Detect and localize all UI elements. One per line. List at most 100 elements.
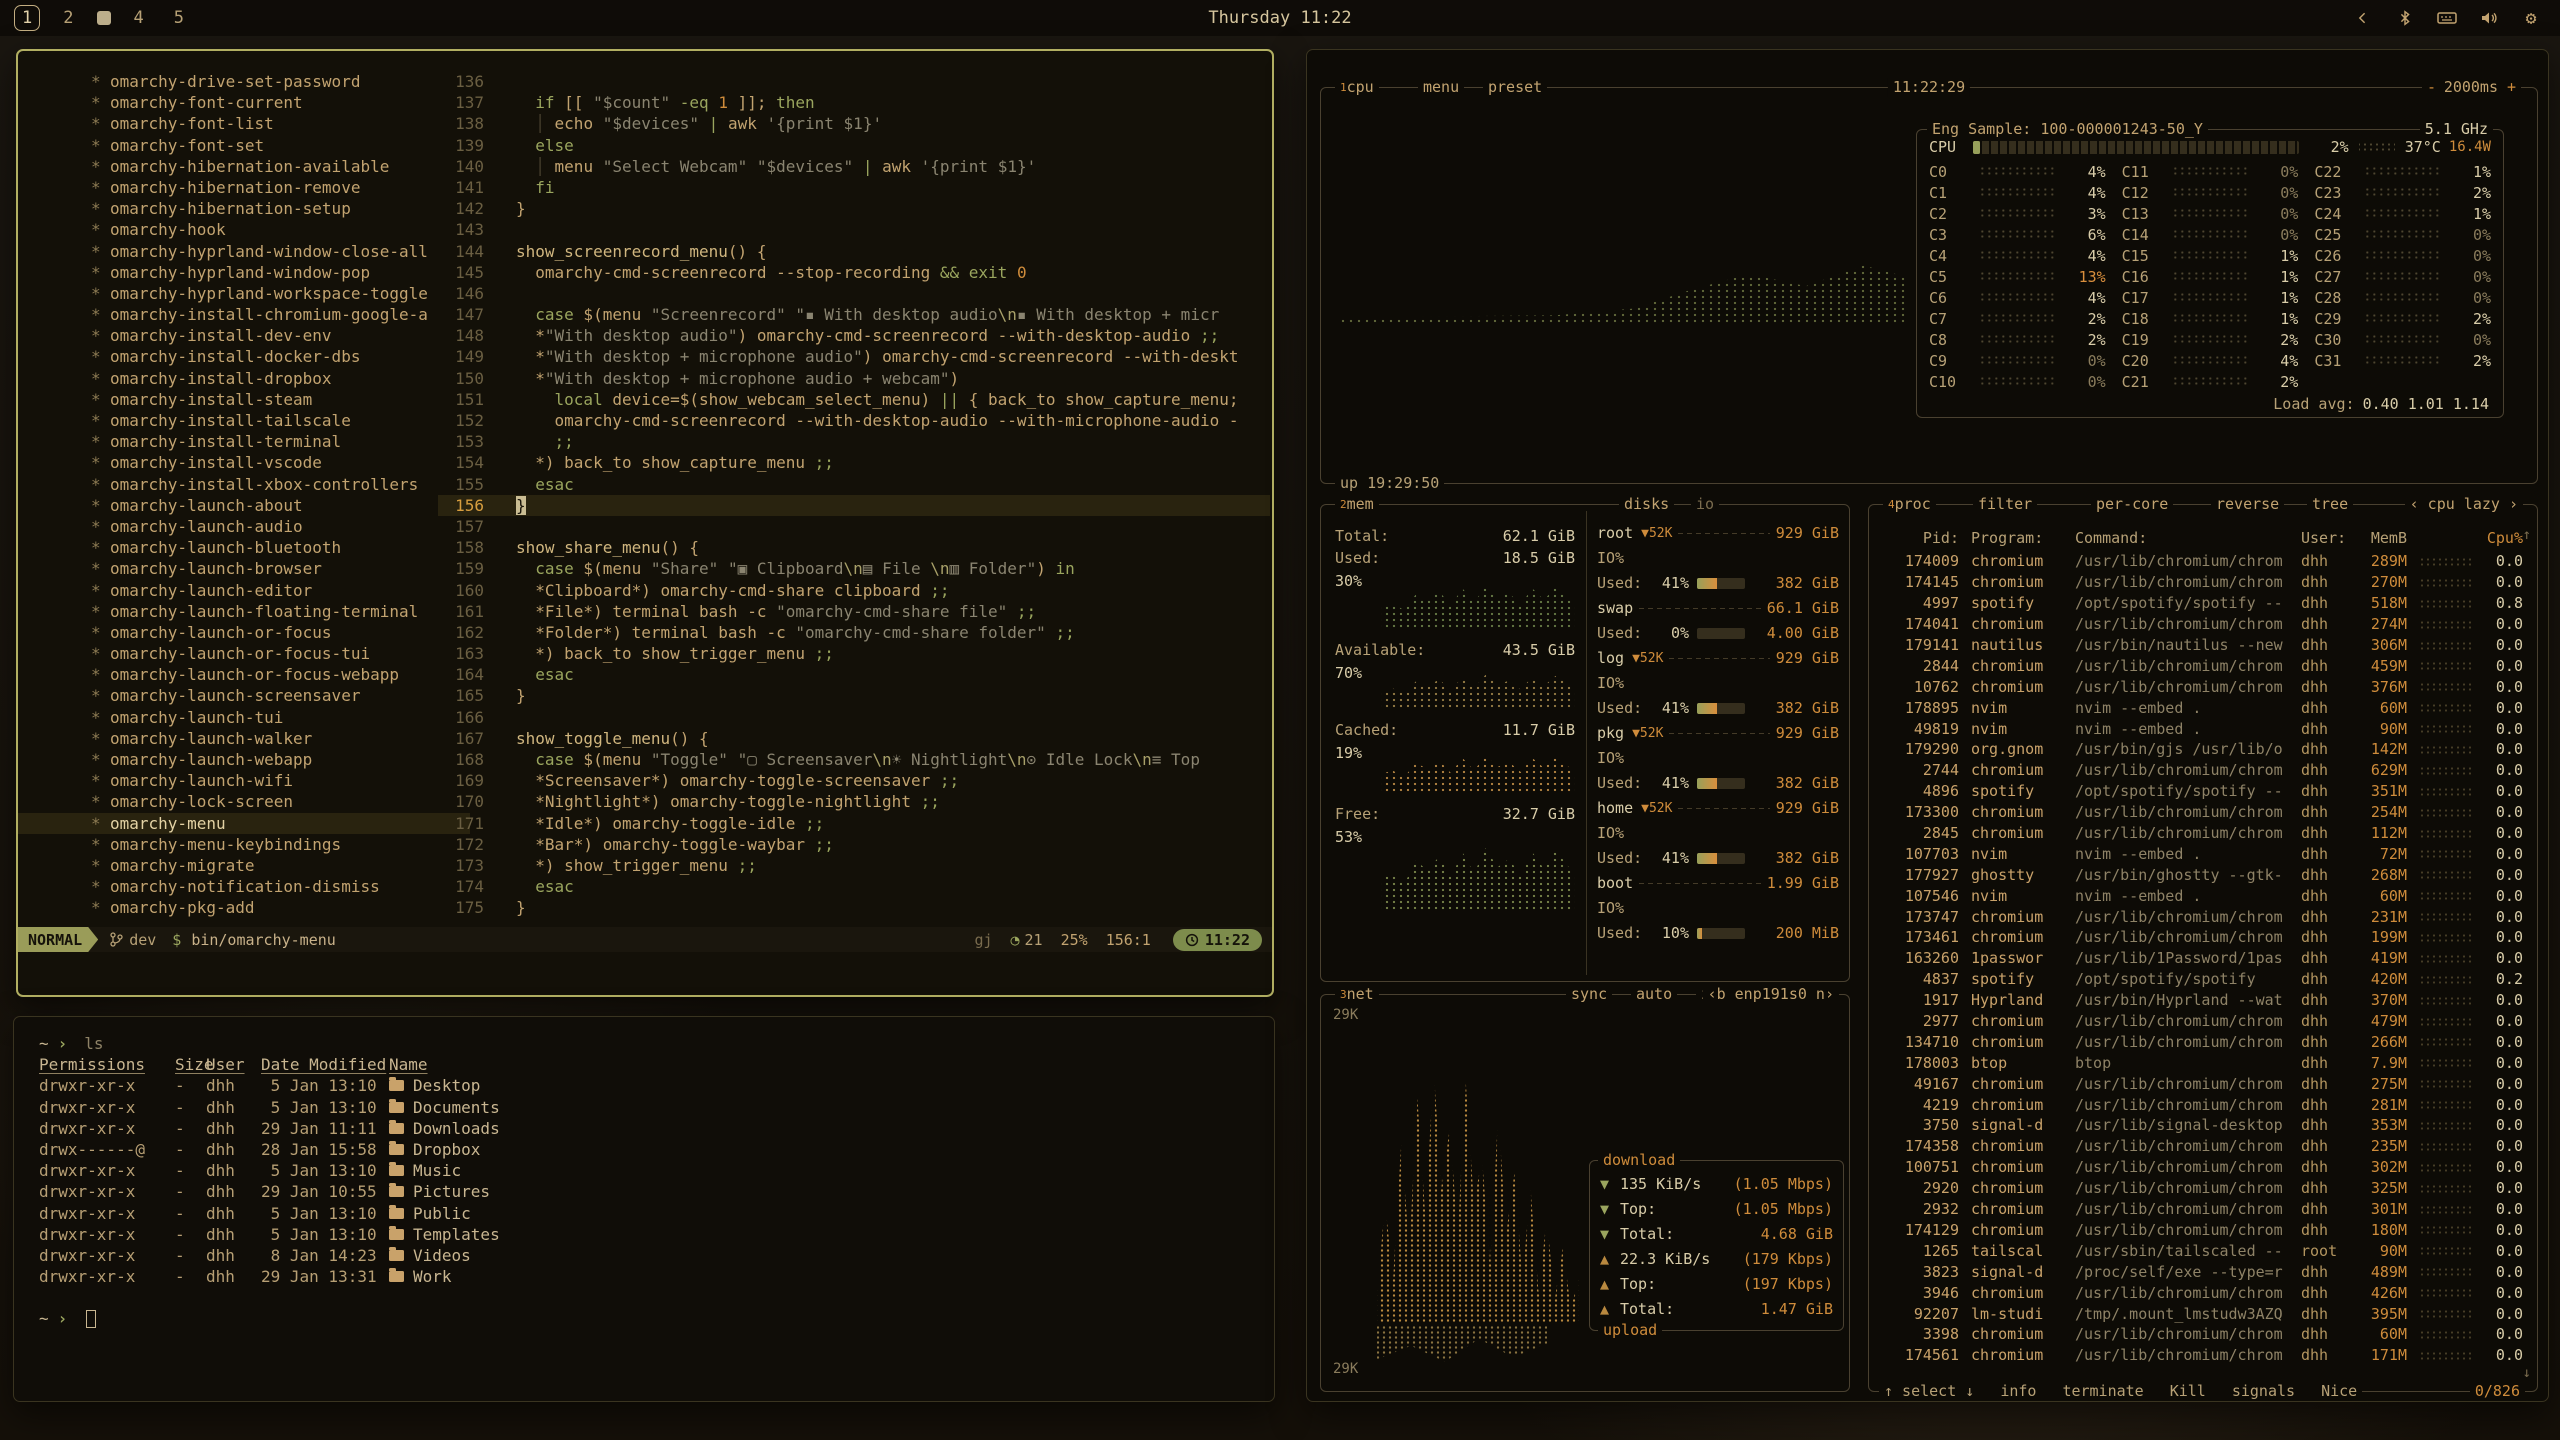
proc-footer-item[interactable]: signals xyxy=(2232,1382,2295,1401)
file-list-item[interactable]: *omarchy-launch-editor xyxy=(18,580,470,601)
process-row[interactable]: 4997spotify/opt/spotify/spotify --dhh518… xyxy=(1879,593,2527,614)
tree-toggle[interactable]: tree xyxy=(2307,495,2353,514)
workspace-1[interactable]: 1 xyxy=(14,5,40,31)
tab-disks[interactable]: disks xyxy=(1619,495,1674,514)
preset-button[interactable]: preset xyxy=(1483,78,1547,97)
workspace-2[interactable]: 2 xyxy=(56,6,80,30)
proc-header-cell[interactable]: Cpu% xyxy=(2481,529,2523,547)
process-row[interactable]: 4219chromium/usr/lib/chromium/chromdhh28… xyxy=(1879,1094,2527,1115)
per-core-toggle[interactable]: per-core xyxy=(2091,495,2173,514)
process-row[interactable]: 173300chromium/usr/lib/chromium/chromdhh… xyxy=(1879,802,2527,823)
file-list-item[interactable]: *omarchy-pkg-add xyxy=(18,897,470,918)
filter-button[interactable]: filter xyxy=(1973,495,2037,514)
file-list-item[interactable]: *omarchy-drive-set-password xyxy=(18,71,470,92)
net-auto-toggle[interactable]: auto xyxy=(1631,985,1677,1004)
file-list-item[interactable]: *omarchy-launch-screensaver xyxy=(18,685,470,706)
process-row[interactable]: 134710chromium/usr/lib/chromium/chromdhh… xyxy=(1879,1031,2527,1052)
net-interface-switcher[interactable]: ‹b enp191s0 n› xyxy=(1703,985,1839,1004)
file-list-item[interactable]: *omarchy-font-list xyxy=(18,113,470,134)
process-row[interactable]: 2932chromium/usr/lib/chromium/chromdhh30… xyxy=(1879,1199,2527,1220)
scroll-up-arrow[interactable]: ↑ xyxy=(2523,527,2531,543)
file-list-item[interactable]: *omarchy-launch-wifi xyxy=(18,770,470,791)
process-row[interactable]: 1265tailscal/usr/sbin/tailscaled --root9… xyxy=(1879,1240,2527,1261)
prompt-line-2[interactable]: ~ › xyxy=(39,1308,1274,1329)
file-list-item[interactable]: *omarchy-hyprland-workspace-toggle xyxy=(18,283,470,304)
proc-footer-item[interactable]: Nice xyxy=(2321,1382,2357,1401)
file-list-item[interactable]: *omarchy-launch-tui xyxy=(18,707,470,728)
file-list-item[interactable]: *omarchy-install-dropbox xyxy=(18,368,470,389)
file-list-item[interactable]: *omarchy-install-xbox-controllers xyxy=(18,474,470,495)
process-row[interactable]: 2844chromium/usr/lib/chromium/chromdhh45… xyxy=(1879,655,2527,676)
proc-footer-item[interactable]: info xyxy=(2000,1382,2036,1401)
workspace-4[interactable]: 4 xyxy=(127,6,151,30)
process-row[interactable]: 174145chromium/usr/lib/chromium/chromdhh… xyxy=(1879,572,2527,593)
process-row[interactable]: 177927ghostty/usr/bin/ghostty --gtk-dhh2… xyxy=(1879,864,2527,885)
process-row[interactable]: 49819nvimnvim --embed .dhh90M0.0 xyxy=(1879,718,2527,739)
file-list-item[interactable]: *omarchy-install-docker-dbs xyxy=(18,346,470,367)
file-list-item[interactable]: *omarchy-font-current xyxy=(18,92,470,113)
terminal-window[interactable]: ~ › ls PermissionsSizeUserDate ModifiedN… xyxy=(13,1016,1275,1402)
reverse-toggle[interactable]: reverse xyxy=(2211,495,2284,514)
file-list-item[interactable]: *omarchy-launch-audio xyxy=(18,516,470,537)
proc-header-cell[interactable]: User: xyxy=(2301,529,2353,547)
file-list-item[interactable]: *omarchy-install-steam xyxy=(18,389,470,410)
settings-gear-icon[interactable]: ⚙ xyxy=(2520,7,2542,29)
net-sync-toggle[interactable]: sync xyxy=(1566,985,1612,1004)
proc-footer-item[interactable]: terminate xyxy=(2062,1382,2143,1401)
process-row[interactable]: 92207lm-studi/tmp/.mount_lmstudw3AZQdhh3… xyxy=(1879,1303,2527,1324)
proc-header-cell[interactable]: Pid: xyxy=(1879,529,1959,547)
process-row[interactable]: 4896spotify/opt/spotify/spotify --dhh351… xyxy=(1879,781,2527,802)
file-list-item[interactable]: *omarchy-launch-about xyxy=(18,495,470,516)
process-row[interactable]: 4837spotify/opt/spotify/spotifydhh420M0.… xyxy=(1879,969,2527,990)
file-list-item[interactable]: *omarchy-launch-walker xyxy=(18,728,470,749)
process-row[interactable]: 2920chromium/usr/lib/chromium/chromdhh32… xyxy=(1879,1178,2527,1199)
workspace-5[interactable]: 5 xyxy=(167,6,191,30)
workspace-app-icon[interactable] xyxy=(97,11,111,25)
file-list-item[interactable]: *omarchy-install-dev-env xyxy=(18,325,470,346)
process-row[interactable]: 1632601passwor/usr/lib/1Password/1pasdhh… xyxy=(1879,948,2527,969)
proc-header-cell[interactable]: Command: xyxy=(2075,529,2293,547)
process-row[interactable]: 2977chromium/usr/lib/chromium/chromdhh47… xyxy=(1879,1011,2527,1032)
file-list-item[interactable]: *omarchy-notification-dismiss xyxy=(18,876,470,897)
file-list-item[interactable]: *omarchy-hibernation-setup xyxy=(18,198,470,219)
menu-button[interactable]: menu xyxy=(1418,78,1464,97)
process-row[interactable]: 107703nvimnvim --embed .dhh72M0.0 xyxy=(1879,843,2527,864)
file-list-item[interactable]: *omarchy-hibernation-available xyxy=(18,156,470,177)
file-list-item[interactable]: *omarchy-install-chromium-google-a xyxy=(18,304,470,325)
process-row[interactable]: 173747chromium/usr/lib/chromium/chromdhh… xyxy=(1879,906,2527,927)
process-row[interactable]: 178003btopbtopdhh7.9M0.0 xyxy=(1879,1052,2527,1073)
file-list-item[interactable]: *omarchy-menu-keybindings xyxy=(18,834,470,855)
tab-io[interactable]: io xyxy=(1691,495,1719,514)
process-row[interactable]: 179141nautilus/usr/bin/nautilus --newdhh… xyxy=(1879,635,2527,656)
file-list-item[interactable]: *omarchy-launch-bluetooth xyxy=(18,537,470,558)
file-list-item[interactable]: *omarchy-hook xyxy=(18,219,470,240)
file-list-item[interactable]: *omarchy-lock-screen xyxy=(18,791,470,812)
file-list-item[interactable]: *omarchy-font-set xyxy=(18,135,470,156)
file-list-item[interactable]: *omarchy-hibernation-remove xyxy=(18,177,470,198)
process-row[interactable]: 173461chromium/usr/lib/chromium/chromdhh… xyxy=(1879,927,2527,948)
proc-footer-item[interactable]: ↑ select ↓ xyxy=(1884,1382,1974,1401)
code-pane[interactable]: 136137 if [[ "$count" -eq 1 ]]; then138 … xyxy=(438,71,1270,919)
file-list-item[interactable]: *omarchy-launch-floating-terminal xyxy=(18,601,470,622)
file-list-item[interactable]: *omarchy-hyprland-window-pop xyxy=(18,262,470,283)
file-list-item[interactable]: *omarchy-menu xyxy=(18,813,470,834)
process-row[interactable]: 107546nvimnvim --embed .dhh60M0.0 xyxy=(1879,885,2527,906)
file-list-item[interactable]: *omarchy-hyprland-window-close-all xyxy=(18,241,470,262)
file-list-item[interactable]: *omarchy-launch-or-focus xyxy=(18,622,470,643)
process-row[interactable]: 174358chromium/usr/lib/chromium/chromdhh… xyxy=(1879,1136,2527,1157)
file-list-item[interactable]: *omarchy-migrate xyxy=(18,855,470,876)
process-row[interactable]: 100751chromium/usr/lib/chromium/chromdhh… xyxy=(1879,1157,2527,1178)
process-row[interactable]: 174129chromium/usr/lib/chromium/chromdhh… xyxy=(1879,1220,2527,1241)
process-row[interactable]: 10762chromium/usr/lib/chromium/chromdhh3… xyxy=(1879,676,2527,697)
process-row[interactable]: 178895nvimnvim --embed .dhh60M0.0 xyxy=(1879,697,2527,718)
proc-footer-item[interactable]: Kill xyxy=(2170,1382,2206,1401)
process-row[interactable]: 3823signal-d/proc/self/exe --type=rdhh48… xyxy=(1879,1261,2527,1282)
process-row[interactable]: 174041chromium/usr/lib/chromium/chromdhh… xyxy=(1879,614,2527,635)
process-row[interactable]: 174009chromium/usr/lib/chromium/chromdhh… xyxy=(1879,551,2527,572)
process-row[interactable]: 2744chromium/usr/lib/chromium/chromdhh62… xyxy=(1879,760,2527,781)
process-row[interactable]: 3398chromium/usr/lib/chromium/chromdhh60… xyxy=(1879,1324,2527,1345)
proc-header-cell[interactable]: Program: xyxy=(1971,529,2067,547)
process-row[interactable]: 174561chromium/usr/lib/chromium/chromdhh… xyxy=(1879,1345,2527,1366)
proc-header-cell[interactable]: MemB xyxy=(2353,529,2407,547)
file-list-item[interactable]: *omarchy-launch-or-focus-tui xyxy=(18,643,470,664)
